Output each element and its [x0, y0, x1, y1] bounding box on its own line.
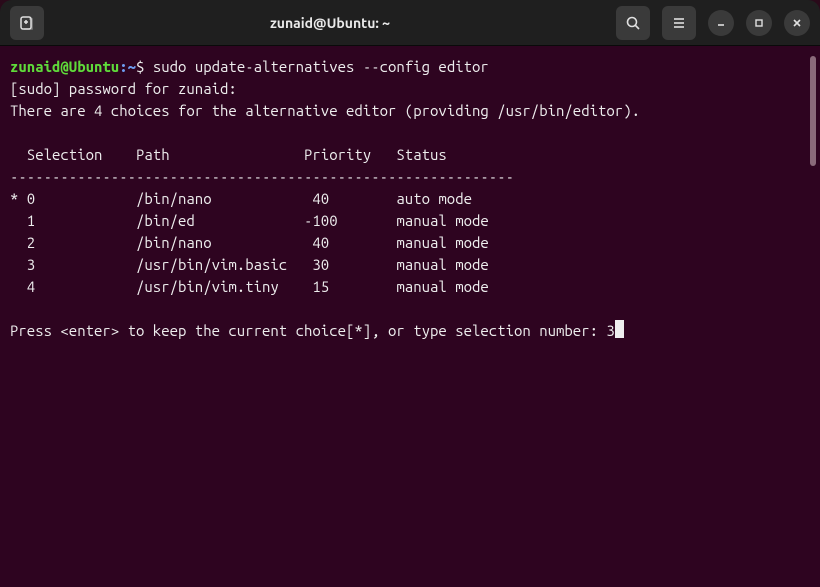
command-line: sudo update-alternatives --config editor [153, 58, 489, 75]
user-input: 3 [606, 322, 614, 339]
prompt-userhost: zunaid@Ubuntu [10, 58, 119, 75]
search-icon [625, 15, 641, 31]
new-tab-button[interactable] [10, 6, 44, 40]
titlebar: zunaid@Ubuntu: ~ [0, 0, 820, 46]
table-row: 2 /bin/nano 40 manual mode [10, 234, 489, 251]
output-intro: There are 4 choices for the alternative … [10, 102, 640, 119]
table-row: * 0 /bin/nano 40 auto mode [10, 190, 472, 207]
minimize-icon [715, 17, 727, 29]
maximize-icon [753, 17, 765, 29]
table-divider: ----------------------------------------… [10, 168, 514, 185]
table-row: 3 /usr/bin/vim.basic 30 manual mode [10, 256, 489, 273]
table-header: Selection Path Priority Status [10, 146, 447, 163]
terminal-viewport[interactable]: zunaid@Ubuntu:~$ sudo update-alternative… [0, 46, 820, 587]
table-row: 1 /bin/ed -100 manual mode [10, 212, 489, 229]
output-sudo: [sudo] password for zunaid: [10, 80, 237, 97]
cursor [615, 320, 624, 338]
table-row: 4 /usr/bin/vim.tiny 15 manual mode [10, 278, 489, 295]
menu-button[interactable] [662, 6, 696, 40]
search-button[interactable] [616, 6, 650, 40]
prompt-colon: : [119, 58, 127, 75]
hamburger-icon [671, 15, 687, 31]
prompt-press: Press <enter> to keep the current choice… [10, 322, 606, 339]
scrollbar-thumb[interactable] [810, 56, 816, 166]
new-tab-icon [19, 15, 35, 31]
maximize-button[interactable] [746, 10, 772, 36]
window-title: zunaid@Ubuntu: ~ [44, 15, 616, 31]
close-icon [791, 17, 803, 29]
titlebar-right [616, 6, 810, 40]
close-button[interactable] [784, 10, 810, 36]
titlebar-left [10, 6, 44, 40]
prompt-dollar: $ [136, 58, 153, 75]
minimize-button[interactable] [708, 10, 734, 36]
prompt-path: ~ [128, 58, 136, 75]
